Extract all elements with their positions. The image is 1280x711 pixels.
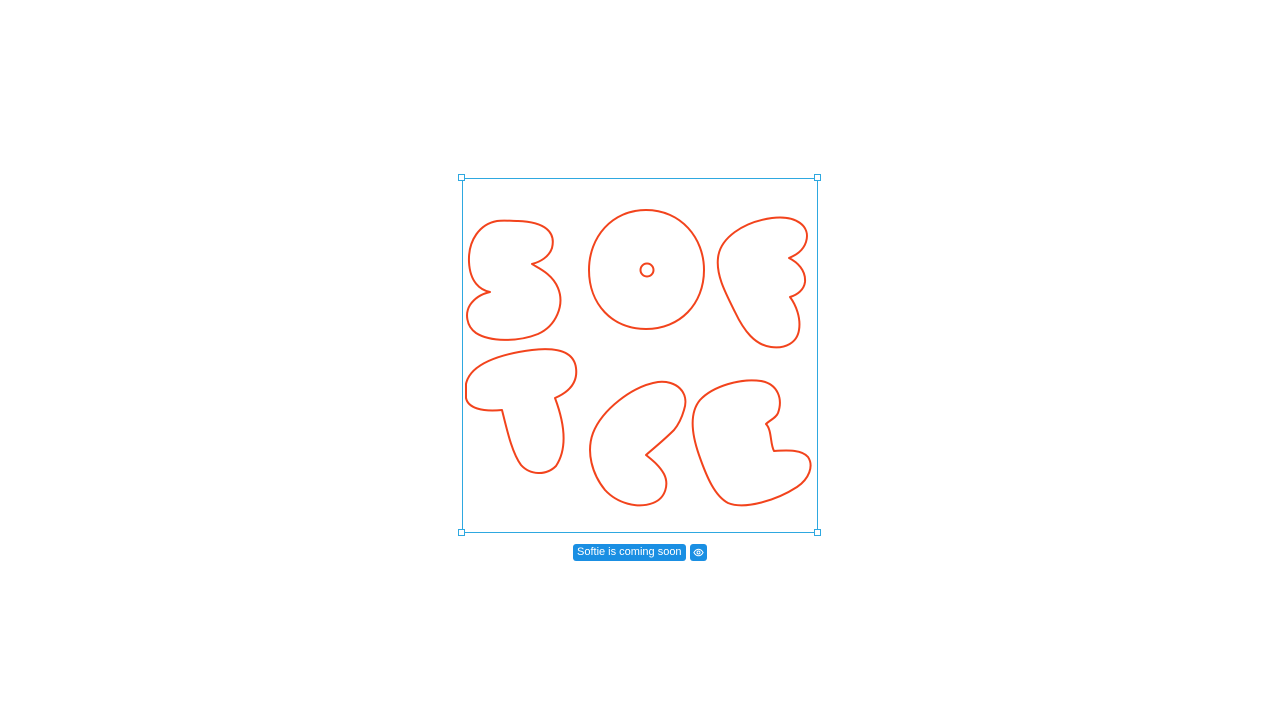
resize-handle-bottom-left[interactable] [458, 529, 465, 536]
selection-label-row: Softie is coming soon [573, 544, 707, 561]
layer-name-tag[interactable]: Softie is coming soon [573, 544, 686, 561]
resize-handle-bottom-right[interactable] [814, 529, 821, 536]
design-canvas[interactable]: Softie is coming soon [0, 0, 1280, 711]
resize-handle-top-left[interactable] [458, 174, 465, 181]
resize-handle-top-right[interactable] [814, 174, 821, 181]
visibility-toggle-button[interactable] [689, 544, 707, 561]
eye-icon [692, 548, 704, 557]
selection-frame[interactable] [462, 178, 818, 533]
